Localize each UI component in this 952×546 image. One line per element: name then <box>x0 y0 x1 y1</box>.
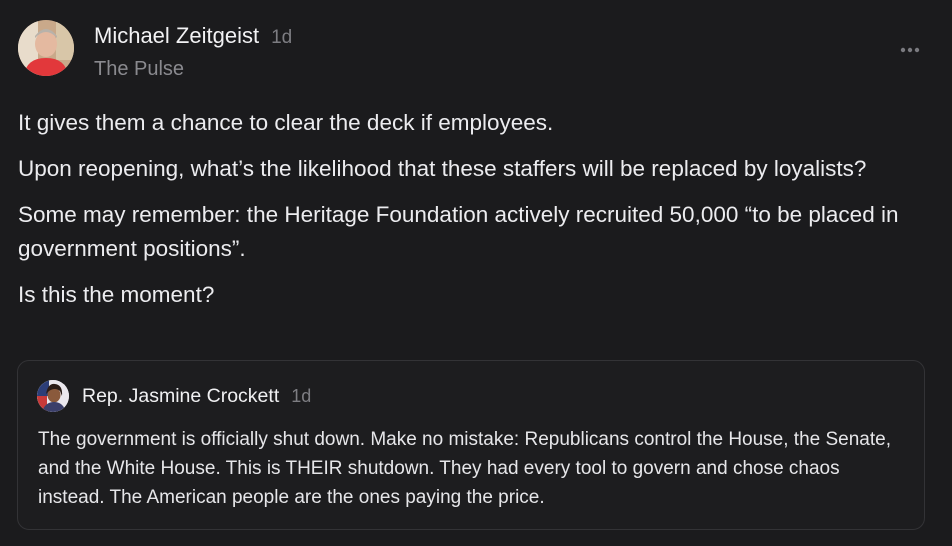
post-paragraph: Some may remember: the Heritage Foundati… <box>18 202 899 261</box>
note-post: Michael Zeitgeist 1d The Pulse It gives … <box>0 0 952 546</box>
post-body: It gives them a chance to clear the deck… <box>18 106 918 324</box>
author-name[interactable]: Michael Zeitgeist <box>94 23 259 49</box>
quote-timestamp[interactable]: 1d <box>291 386 311 407</box>
post-header: Michael Zeitgeist 1d <box>94 23 292 49</box>
post-timestamp[interactable]: 1d <box>271 27 292 49</box>
quote-header: Rep. Jasmine Crockett 1d <box>82 385 311 408</box>
more-options-button[interactable] <box>898 38 922 62</box>
quote-author-name[interactable]: Rep. Jasmine Crockett <box>82 385 279 408</box>
more-horizontal-icon <box>900 47 920 53</box>
quote-avatar-image <box>37 380 69 412</box>
author-avatar-image <box>18 20 74 76</box>
post-paragraph: Is this the moment? <box>18 282 215 307</box>
publication-name[interactable]: The Pulse <box>94 58 184 81</box>
quote-body: The government is officially shut down. … <box>38 429 891 508</box>
post-paragraph: It gives them a chance to clear the deck… <box>18 110 554 135</box>
quoted-note-card[interactable]: Rep. Jasmine Crockett 1d The government … <box>17 360 925 530</box>
post-paragraph: Upon reopening, what’s the likelihood th… <box>18 156 867 181</box>
author-avatar[interactable] <box>18 20 74 76</box>
quote-author-avatar[interactable] <box>37 380 69 412</box>
